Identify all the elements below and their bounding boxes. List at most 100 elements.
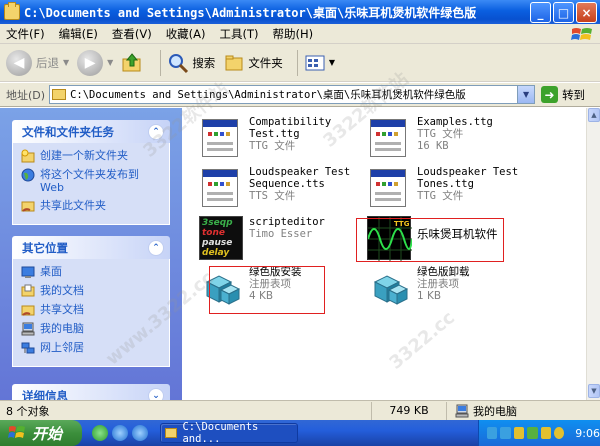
task-share-folder[interactable]: 共享此文件夹 <box>21 199 161 213</box>
file-item[interactable]: 绿色版卸载 注册表项 1 KB <box>367 266 537 310</box>
windows-logo-icon <box>571 28 592 40</box>
network-places-icon <box>21 342 35 354</box>
tray-icon[interactable] <box>527 427 538 439</box>
address-bar: 地址(D) C:\Documents and Settings\Administ… <box>0 83 600 107</box>
close-button[interactable]: × <box>576 2 597 23</box>
file-name: Compatibility <box>249 116 332 128</box>
script-icon-line: delay <box>202 248 230 258</box>
views-button[interactable]: ▼ <box>304 52 335 74</box>
file-item[interactable]: Loudspeaker Test Sequence.tts TTS 文件 <box>199 166 369 210</box>
scroll-up-icon[interactable]: ▲ <box>588 108 600 122</box>
place-network[interactable]: 网上邻居 <box>21 341 161 355</box>
menu-help[interactable]: 帮助(H) <box>273 26 314 42</box>
start-button[interactable]: 开始 <box>0 420 82 446</box>
menu-file[interactable]: 文件(F) <box>6 26 45 42</box>
go-arrow-icon[interactable]: ➜ <box>541 86 559 103</box>
file-item[interactable]: 3seqp tone pause delay scripteditor Timo… <box>199 216 369 260</box>
registry-file-icon <box>367 266 411 310</box>
script-editor-icon: 3seqp tone pause delay <box>199 216 243 260</box>
file-name: Sequence.tts <box>249 178 325 190</box>
globe-icon <box>21 168 35 182</box>
place-desktop[interactable]: 桌面 <box>21 265 161 279</box>
menu-view[interactable]: 查看(V) <box>112 26 152 42</box>
file-type: 注册表项 <box>417 278 459 290</box>
file-item[interactable]: Compatibility Test.ttg TTG 文件 <box>199 116 369 160</box>
file-type: TTS 文件 <box>249 190 296 202</box>
script-icon-line: pause <box>202 238 233 248</box>
windows-flag-icon <box>8 426 25 438</box>
file-name: Loudspeaker Test <box>249 166 351 178</box>
task-label: 创建一个新文件夹 <box>40 149 128 162</box>
task-label: 共享此文件夹 <box>40 199 106 212</box>
highlight-box <box>209 266 325 314</box>
status-location-label: 我的电脑 <box>473 404 517 418</box>
file-list: Compatibility Test.ttg TTG 文件 Examples.t… <box>102 69 586 400</box>
quick-launch-app-icon[interactable] <box>92 425 108 441</box>
menu-tools[interactable]: 工具(T) <box>220 26 259 42</box>
status-object-count: 8 个对象 <box>0 401 372 420</box>
task-pane: 文件和文件夹任务 ⌃ 创建一个新文件夹 将这个文件夹发布到 Web 共享此文件夹… <box>0 108 182 400</box>
other-places-panel: 其它位置 ⌃ 桌面 我的文档 共享文档 我的电脑 网上邻居 <box>12 236 170 367</box>
file-type: TTG 文件 <box>249 140 296 152</box>
ttg-file-icon <box>367 166 411 210</box>
folders-button[interactable]: 文件夹 <box>223 52 283 74</box>
shield-icon[interactable] <box>553 427 565 439</box>
menu-bar: 文件(F) 编辑(E) 查看(V) 收藏(A) 工具(T) 帮助(H) <box>0 24 600 44</box>
menu-edit[interactable]: 编辑(E) <box>59 26 98 42</box>
status-size: 749 KB <box>372 401 447 420</box>
my-computer-icon <box>21 322 35 336</box>
forward-button[interactable]: ▶ ▼ <box>77 49 114 76</box>
tray-icon[interactable] <box>513 427 525 439</box>
ttg-file-icon <box>199 116 243 160</box>
minimize-button[interactable]: _ <box>530 2 551 23</box>
other-places-header[interactable]: 其它位置 ⌃ <box>12 236 170 259</box>
scroll-down-icon[interactable]: ▼ <box>588 384 600 398</box>
file-name: Examples.ttg <box>417 116 493 128</box>
details-panel: 详细信息 ⌄ <box>12 384 170 400</box>
file-tasks-title: 文件和文件夹任务 <box>22 124 114 139</box>
back-arrow-icon: ◀ <box>6 49 32 76</box>
file-item[interactable]: Examples.ttg TTG 文件 16 KB <box>367 116 537 160</box>
task-new-folder[interactable]: 创建一个新文件夹 <box>21 149 161 163</box>
menu-favorites[interactable]: 收藏(A) <box>166 26 206 42</box>
expand-icon[interactable]: ⌄ <box>148 387 164 400</box>
address-input[interactable]: C:\Documents and Settings\Administrator\… <box>49 85 536 104</box>
back-button[interactable]: ◀ 后退 ▼ <box>6 49 69 76</box>
folder-up-icon <box>122 52 141 71</box>
details-header[interactable]: 详细信息 ⌄ <box>12 384 170 400</box>
window-title: C:\Documents and Settings\Administrator\… <box>24 5 477 20</box>
place-label: 我的文档 <box>40 284 84 297</box>
tray-icon[interactable] <box>500 427 511 439</box>
place-my-documents[interactable]: 我的文档 <box>21 284 161 298</box>
desktop-icon <box>21 266 35 278</box>
tray-icon[interactable] <box>540 427 551 439</box>
file-item[interactable]: Loudspeaker Test Tones.ttg TTG 文件 <box>367 166 537 210</box>
shared-documents-icon <box>21 305 35 316</box>
tray-icon[interactable] <box>487 427 498 439</box>
place-my-computer[interactable]: 我的电脑 <box>21 322 161 336</box>
other-places-body: 桌面 我的文档 共享文档 我的电脑 网上邻居 <box>12 259 170 367</box>
go-button[interactable]: 转到 <box>562 87 585 103</box>
taskbar-window-button[interactable]: C:\Documents and... <box>160 421 298 445</box>
file-tasks-header[interactable]: 文件和文件夹任务 ⌃ <box>12 120 170 143</box>
place-shared-documents[interactable]: 共享文档 <box>21 303 161 317</box>
status-bar: 8 个对象 749 KB 我的电脑 <box>0 400 600 420</box>
back-label: 后退 <box>36 55 59 70</box>
address-label: 地址(D) <box>6 88 46 102</box>
search-button[interactable]: 搜索 <box>167 52 215 74</box>
title-bar[interactable]: C:\Documents and Settings\Administrator\… <box>0 0 600 24</box>
collapse-icon[interactable]: ⌃ <box>148 239 164 256</box>
dropdown-icon: ▼ <box>107 58 114 67</box>
collapse-icon[interactable]: ⌃ <box>148 123 164 140</box>
maximize-button[interactable]: □ <box>553 2 574 23</box>
task-publish-web[interactable]: 将这个文件夹发布到 Web <box>21 168 161 194</box>
up-button[interactable] <box>121 52 146 74</box>
search-icon <box>169 53 189 73</box>
address-value: C:\Documents and Settings\Administrator\… <box>70 89 466 101</box>
system-tray: 9:06 <box>478 420 600 446</box>
ttg-file-icon <box>367 116 411 160</box>
internet-explorer-icon[interactable] <box>132 425 148 441</box>
vertical-scrollbar[interactable]: ▲ ▼ <box>586 108 600 400</box>
quick-launch-app-icon[interactable] <box>112 425 128 441</box>
address-dropdown-icon[interactable]: ▼ <box>517 86 535 103</box>
